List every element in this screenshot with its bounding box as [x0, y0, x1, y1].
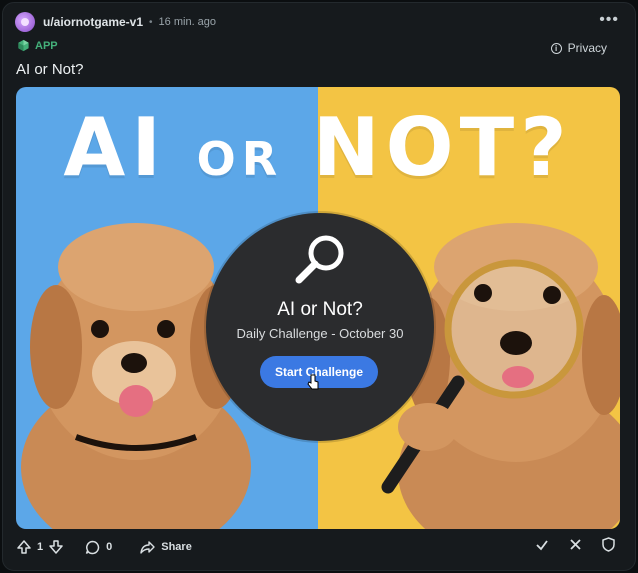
shield-icon[interactable] [602, 537, 615, 557]
downvote-icon[interactable] [49, 540, 63, 554]
challenge-modal: AI or Not? Daily Challenge - October 30 … [206, 213, 434, 441]
preview-banner: AI OR NOT? [16, 101, 620, 194]
info-icon: i [550, 42, 562, 54]
separator-dot: • [149, 16, 153, 28]
post-title[interactable]: AI or Not? [16, 61, 84, 78]
moderation-actions [515, 537, 615, 557]
subreddit-avatar[interactable] [15, 12, 35, 32]
cursor-icon [307, 374, 319, 390]
share-button[interactable]: Share [140, 540, 192, 554]
privacy-label: Privacy [567, 41, 607, 55]
comments-button[interactable]: 0 [85, 540, 118, 555]
comment-count: 0 [106, 541, 113, 553]
magnifier-icon [295, 235, 344, 284]
banner-or: OR [196, 132, 284, 186]
privacy-button[interactable]: i Privacy [550, 41, 607, 55]
upvote-icon[interactable] [17, 540, 31, 554]
banner-not: NOT? [312, 101, 573, 194]
check-icon[interactable] [535, 538, 549, 557]
vote-count: 1 [37, 541, 44, 553]
modal-title: AI or Not? [277, 299, 363, 320]
post-timestamp: 16 min. ago [158, 16, 217, 28]
post-card[interactable]: u/aiornotgame-v1 • 16 min. ago ••• APP i… [2, 2, 636, 571]
post-author[interactable]: u/aiornotgame-v1 [43, 15, 143, 29]
banner-ai: AI [63, 101, 168, 194]
app-icon [18, 39, 29, 52]
more-icon[interactable]: ••• [599, 11, 619, 29]
app-preview[interactable]: AI OR NOT? AI or Not? Daily Challenge - … [16, 87, 620, 529]
modal-subtitle: Daily Challenge - October 30 [236, 326, 404, 341]
share-label: Share [161, 541, 192, 553]
post-header: u/aiornotgame-v1 • 16 min. ago ••• [15, 11, 623, 33]
comment-icon [85, 540, 100, 554]
app-label: APP [35, 39, 58, 52]
post-footer: 1 0 Share [17, 536, 621, 558]
vote-control: 1 [17, 540, 63, 554]
share-icon [140, 541, 155, 554]
close-icon[interactable] [569, 538, 582, 556]
app-badge: APP [17, 39, 58, 52]
